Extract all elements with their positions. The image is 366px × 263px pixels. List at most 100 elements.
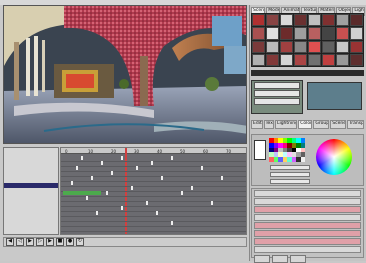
step-back-button[interactable]: ◁: [16, 238, 24, 246]
property-field[interactable]: [254, 190, 361, 197]
property-field[interactable]: [254, 246, 361, 253]
library-thumbnail[interactable]: [322, 53, 335, 66]
library-thumbnail[interactable]: [252, 27, 265, 40]
palette-swatch[interactable]: [300, 157, 305, 162]
library-thumbnail[interactable]: [336, 27, 349, 40]
keyframe-range[interactable]: [63, 191, 101, 195]
record-button[interactable]: ●: [66, 238, 74, 246]
keyframe[interactable]: [221, 176, 223, 180]
library-thumbnail[interactable]: [308, 53, 321, 66]
property-field-highlighted[interactable]: [254, 206, 361, 213]
timeline-track[interactable]: [61, 226, 246, 232]
property-field-highlighted[interactable]: [254, 222, 361, 229]
library-thumbnail[interactable]: [252, 40, 265, 53]
library-thumbnail[interactable]: [322, 27, 335, 40]
tab-transp[interactable]: Transp: [347, 120, 364, 129]
library-thumbnail[interactable]: [266, 27, 279, 40]
keyframe[interactable]: [86, 196, 88, 200]
keyframe[interactable]: [111, 171, 113, 175]
stop-button[interactable]: ■: [56, 238, 64, 246]
keyframe[interactable]: [91, 176, 93, 180]
material-row[interactable]: [254, 98, 300, 105]
3d-viewport[interactable]: [3, 5, 247, 144]
library-thumbnail[interactable]: [252, 53, 265, 66]
property-field[interactable]: [254, 214, 361, 221]
library-thumbnail[interactable]: [322, 14, 335, 27]
library-thumbnail[interactable]: [350, 40, 363, 53]
library-thumbnail[interactable]: [336, 40, 349, 53]
blue-slider[interactable]: [270, 179, 310, 184]
keyframe[interactable]: [131, 186, 133, 190]
library-thumbnail[interactable]: [280, 53, 293, 66]
keyframe[interactable]: [81, 156, 83, 160]
keyframe[interactable]: [121, 206, 123, 210]
property-button[interactable]: [290, 255, 306, 263]
library-thumbnail[interactable]: [294, 40, 307, 53]
keyframe[interactable]: [181, 191, 183, 195]
library-thumbnail[interactable]: [336, 53, 349, 66]
library-thumbnail[interactable]: [350, 27, 363, 40]
library-thumbnail[interactable]: [280, 14, 293, 27]
tab-group[interactable]: Group: [313, 120, 330, 129]
keyframe[interactable]: [71, 181, 73, 185]
library-thumbnail[interactable]: [280, 27, 293, 40]
step-forward-button[interactable]: ▷: [36, 238, 44, 246]
library-thumbnail[interactable]: [266, 40, 279, 53]
play-button[interactable]: ▶: [26, 238, 34, 246]
library-thumbnail[interactable]: [308, 40, 321, 53]
library-thumbnail[interactable]: [294, 53, 307, 66]
library-thumbnail[interactable]: [336, 14, 349, 27]
timeline-ruler[interactable]: 0 10 20 30 40 50 60 70: [61, 148, 246, 154]
library-thumbnail[interactable]: [294, 14, 307, 27]
outliner-item[interactable]: [4, 218, 58, 223]
tab-edit[interactable]: Edit: [251, 120, 263, 129]
keyframe[interactable]: [191, 186, 193, 190]
library-thumbnail[interactable]: [322, 40, 335, 53]
keyframe[interactable]: [76, 166, 78, 170]
keyframe[interactable]: [101, 161, 103, 165]
library-thumbnail[interactable]: [252, 14, 265, 27]
green-slider[interactable]: [270, 172, 310, 177]
property-field[interactable]: [254, 198, 361, 205]
material-row[interactable]: [254, 90, 300, 97]
property-button[interactable]: [272, 255, 288, 263]
library-thumbnail[interactable]: [294, 27, 307, 40]
library-thumbnail[interactable]: [266, 14, 279, 27]
swatch-strip[interactable]: [251, 70, 364, 76]
keyframe[interactable]: [106, 191, 108, 195]
keyframe[interactable]: [146, 201, 148, 205]
library-thumbnail[interactable]: [308, 14, 321, 27]
keyframe[interactable]: [161, 176, 163, 180]
material-list[interactable]: [251, 80, 303, 114]
keyframe[interactable]: [211, 201, 213, 205]
keyframe[interactable]: [136, 166, 138, 170]
property-field-highlighted[interactable]: [254, 230, 361, 237]
keyframe[interactable]: [96, 211, 98, 215]
tab-color[interactable]: Color: [298, 120, 313, 129]
loop-button[interactable]: ↻: [76, 238, 84, 246]
property-field-highlighted[interactable]: [254, 238, 361, 245]
tab-tex[interactable]: Tex: [263, 120, 274, 129]
property-button[interactable]: [254, 255, 270, 263]
keyframe[interactable]: [201, 166, 203, 170]
rewind-button[interactable]: ◀: [6, 238, 14, 246]
library-thumbnail[interactable]: [350, 14, 363, 27]
tab-scene[interactable]: Scene: [330, 120, 347, 129]
tab-lightning[interactable]: Lightning: [274, 120, 298, 129]
material-preview: [307, 82, 362, 110]
keyframe[interactable]: [156, 211, 158, 215]
fast-forward-button[interactable]: ▶: [46, 238, 54, 246]
animation-timeline[interactable]: 0 10 20 30 40 50 60 70: [60, 147, 247, 235]
red-slider[interactable]: [270, 165, 310, 170]
library-thumbnail[interactable]: [350, 53, 363, 66]
color-palette[interactable]: [269, 138, 305, 162]
keyframe[interactable]: [151, 161, 153, 165]
library-thumbnail[interactable]: [280, 40, 293, 53]
keyframe[interactable]: [171, 156, 173, 160]
material-row[interactable]: [254, 82, 300, 89]
library-thumbnail[interactable]: [266, 53, 279, 66]
library-thumbnail[interactable]: [308, 27, 321, 40]
current-color-swatch[interactable]: [254, 140, 266, 160]
keyframe[interactable]: [171, 221, 173, 225]
keyframe[interactable]: [121, 156, 123, 160]
